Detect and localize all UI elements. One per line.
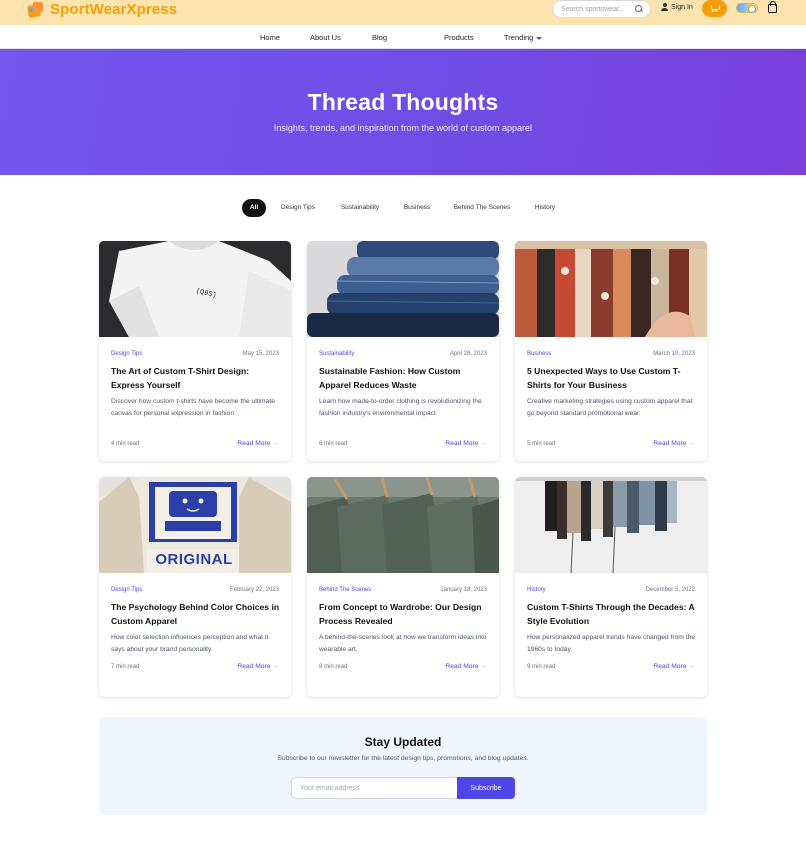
arrow-right-icon: → — [688, 440, 695, 447]
post-date: May 15, 2023 — [242, 351, 279, 357]
read-more-label: Read More — [653, 663, 687, 670]
user-icon — [661, 3, 668, 11]
post-excerpt: Creative marketing strategies using cust… — [527, 398, 693, 417]
post-image-clothes-on-rail — [515, 477, 707, 573]
filter-history[interactable]: History — [528, 199, 562, 217]
theme-toggle[interactable] — [736, 3, 758, 13]
read-time: 7 min read — [111, 664, 140, 670]
arrow-right-icon: → — [272, 663, 279, 670]
blog-card[interactable]: Behind The Scenes January 18, 2023 From … — [307, 477, 499, 697]
nav-trending[interactable]: Trending — [504, 33, 543, 42]
shopping-bag-icon[interactable] — [768, 1, 777, 13]
post-image-white-tshirt: (Q9S) — [99, 241, 291, 337]
newsletter-text: Subscribe to our newsletter for the late… — [277, 755, 529, 762]
newsletter-title: Stay Updated — [364, 735, 442, 749]
read-more-link[interactable]: Read More → — [445, 663, 487, 670]
blog-card[interactable]: Sustainability April 28, 2023 Sustainabl… — [307, 241, 499, 461]
arrow-right-icon: → — [480, 663, 487, 670]
filter-design-tips[interactable]: Design Tips — [274, 199, 322, 217]
post-image-hangers-shirts — [307, 477, 499, 573]
filter-all[interactable]: All — [242, 199, 266, 217]
subscribe-button[interactable]: Subscribe — [457, 777, 515, 799]
sign-in-label: Sign In — [671, 3, 693, 11]
read-time: 5 min read — [527, 441, 556, 447]
post-category[interactable]: Behind The Scenes — [319, 587, 371, 593]
read-more-label: Read More — [653, 440, 687, 447]
page-subtitle: Insights, trends, and inspiration from t… — [273, 123, 533, 133]
post-title[interactable]: Sustainable Fashion: How Custom Apparel … — [319, 364, 489, 392]
nav-trending-label: Trending — [504, 33, 534, 42]
read-more-link[interactable]: Read More → — [653, 663, 695, 670]
post-image-folded-jeans — [307, 241, 499, 337]
search-icon[interactable] — [635, 5, 643, 13]
post-excerpt: A behind-the-scenes look at how we trans… — [319, 634, 487, 653]
post-date: February 22, 2023 — [229, 587, 279, 593]
page-title: Thread Thoughts — [307, 89, 499, 115]
post-excerpt: Discover how custom t-shirts have become… — [111, 398, 275, 417]
post-category[interactable]: Business — [527, 351, 551, 357]
blog-card[interactable]: (Q9S) Design Tips May 15, 2023 The Art o… — [99, 241, 291, 461]
hero-banner: Thread Thoughts Insights, trends, and in… — [0, 49, 806, 175]
main-nav: Home About Us Blog Products Trending — [0, 25, 806, 49]
post-excerpt: Learn how made-to-order clothing is revo… — [319, 398, 482, 417]
shirt-print-text: ORIGINAL — [155, 551, 233, 568]
read-time: 9 min read — [527, 664, 556, 670]
arrow-right-icon: → — [480, 440, 487, 447]
post-title[interactable]: The Art of Custom T-Shirt Design: Expres… — [111, 364, 281, 392]
read-time: 6 min read — [319, 441, 348, 447]
nav-about-us[interactable]: About Us — [310, 33, 341, 42]
post-category[interactable]: Sustainability — [319, 351, 354, 357]
nav-home[interactable]: Home — [260, 33, 280, 42]
arrow-right-icon: → — [688, 663, 695, 670]
filter-business[interactable]: Business — [398, 199, 436, 217]
post-category[interactable]: Design Tips — [111, 587, 142, 593]
read-more-link[interactable]: Read More → — [445, 440, 487, 447]
brand-logo[interactable]: SportWearXpress — [27, 1, 178, 18]
cart-icon — [710, 5, 720, 12]
post-title[interactable]: From Concept to Wardrobe: Our Design Pro… — [319, 600, 489, 628]
post-excerpt: How color selection influences perceptio… — [111, 634, 269, 653]
nav-products[interactable]: Products — [444, 33, 474, 42]
blog-card[interactable]: ORIGINAL Design Tips February 22, 2023 T… — [99, 477, 291, 697]
read-more-label: Read More — [445, 663, 479, 670]
read-more-label: Read More — [237, 440, 271, 447]
post-title[interactable]: 5 Unexpected Ways to Use Custom T-Shirts… — [527, 364, 697, 392]
post-category[interactable]: Design Tips — [111, 351, 142, 357]
chevron-down-icon — [536, 36, 543, 40]
search-input[interactable] — [561, 5, 633, 13]
logo-icon — [27, 1, 46, 18]
top-bar: SportWearXpress Sign In — [0, 0, 806, 25]
filter-sustainability[interactable]: Sustainability — [333, 199, 387, 217]
post-date: January 18, 2023 — [440, 587, 487, 593]
blog-card[interactable]: Business March 10, 2023 5 Unexpected Way… — [515, 241, 707, 461]
read-more-label: Read More — [445, 440, 479, 447]
email-field[interactable] — [291, 777, 457, 799]
brand-name: SportWearXpress — [50, 1, 178, 18]
post-title[interactable]: Custom T-Shirts Through the Decades: A S… — [527, 600, 697, 628]
post-image-clothing-rack — [515, 241, 707, 337]
post-category[interactable]: History — [527, 587, 546, 593]
read-more-label: Read More — [237, 663, 271, 670]
nav-blog[interactable]: Blog — [372, 33, 387, 42]
blog-card[interactable]: History December 5, 2022 Custom T-Shirts… — [515, 477, 707, 697]
post-image-graphic-tshirt: ORIGINAL — [99, 477, 291, 573]
category-filters: All Design Tips Sustainability Business … — [0, 199, 806, 217]
sign-in-link[interactable]: Sign In — [661, 3, 693, 11]
post-date: April 28, 2023 — [449, 351, 487, 357]
filter-behind-the-scenes[interactable]: Behind The Scenes — [447, 199, 517, 217]
post-title[interactable]: The Psychology Behind Color Choices in C… — [111, 600, 281, 628]
read-more-link[interactable]: Read More → — [237, 663, 279, 670]
post-date: March 10, 2023 — [653, 351, 695, 357]
post-date: December 5, 2022 — [645, 587, 695, 593]
read-time: 8 min read — [319, 664, 348, 670]
read-more-link[interactable]: Read More → — [237, 440, 279, 447]
search-box[interactable] — [552, 0, 651, 18]
post-excerpt: How personalized apparel trends have cha… — [527, 634, 696, 653]
cart-button[interactable] — [702, 0, 727, 17]
read-time: 4 min read — [111, 441, 140, 447]
arrow-right-icon: → — [272, 440, 279, 447]
newsletter-section: Stay Updated Subscribe to our newsletter… — [99, 717, 707, 815]
read-more-link[interactable]: Read More → — [653, 440, 695, 447]
